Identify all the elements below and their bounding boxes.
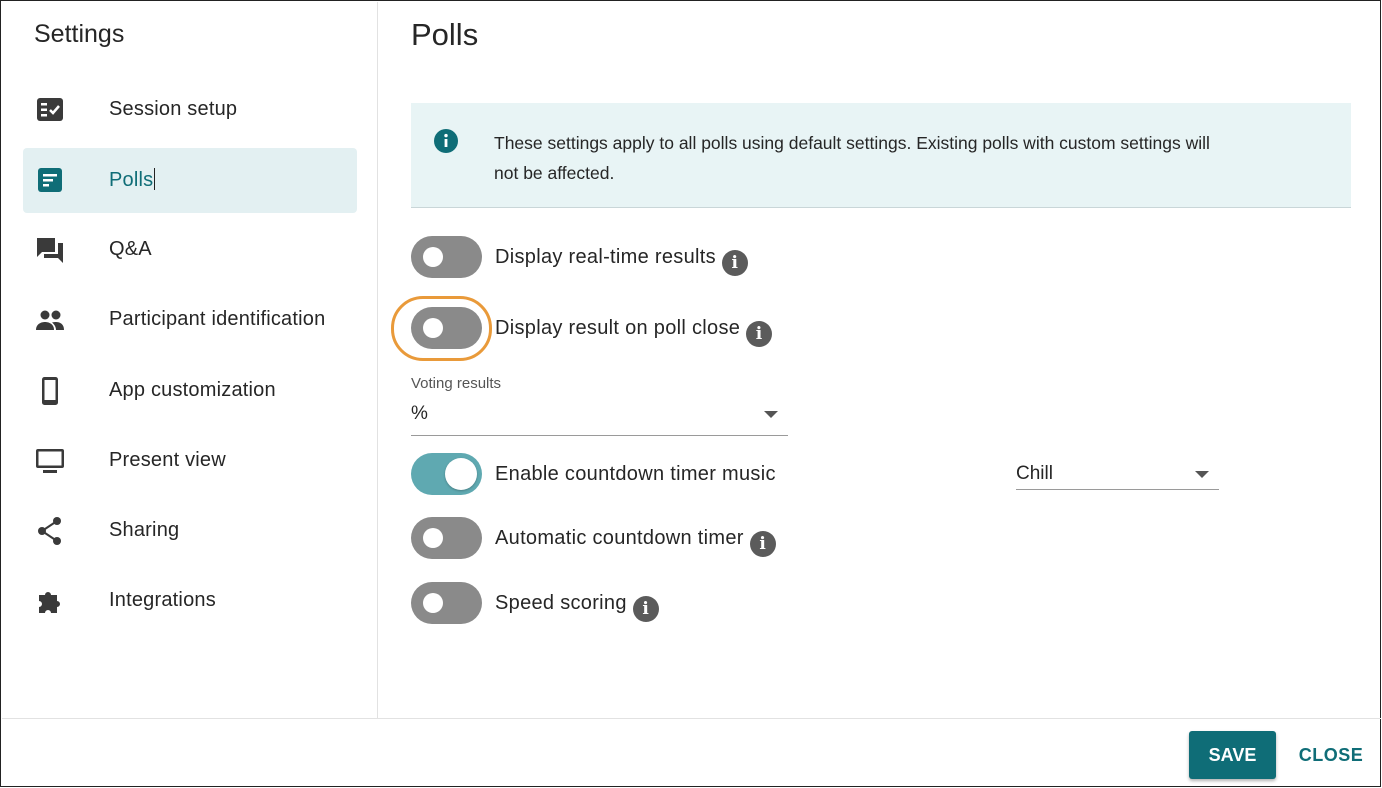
sidebar-item-label: Sharing [109, 519, 180, 541]
chevron-down-icon [1195, 471, 1209, 478]
sidebar-item-label: Q&A [109, 238, 152, 260]
sidebar-item-qa[interactable]: Q&A [23, 218, 357, 283]
select-value: Chill [1016, 463, 1053, 484]
setting-label-text: Display result on poll close [495, 317, 741, 339]
info-help-icon[interactable]: i [721, 250, 748, 276]
setting-label-text: Speed scoring [495, 592, 627, 614]
voting-results-select[interactable]: % [411, 398, 788, 436]
settings-sidebar: Settings Session setup Polls Q&A Partici… [2, 2, 378, 718]
music-select[interactable]: Chill [1016, 459, 1219, 490]
chevron-down-icon [764, 411, 778, 418]
voting-results-label: Voting results [411, 375, 502, 392]
sidebar-item-label: Integrations [109, 589, 216, 611]
info-banner: These settings apply to all polls using … [411, 103, 1351, 208]
setting-label: Speed scoring i [495, 592, 659, 622]
sidebar-item-label: Present view [109, 449, 226, 471]
toggle-knob [445, 458, 477, 490]
sidebar-item-label-text: Polls [109, 169, 154, 191]
setting-label: Display result on poll close i [495, 317, 773, 347]
poll-document-icon [38, 168, 62, 192]
info-icon [434, 129, 458, 153]
setting-label: Display real-time results i [495, 246, 748, 276]
checklist-icon [37, 98, 63, 121]
sidebar-item-label: Participant identification [109, 308, 326, 330]
sidebar-item-polls[interactable]: Polls [23, 148, 357, 213]
info-text: These settings apply to all polls using … [494, 133, 1210, 183]
sidebar-item-label: Polls [109, 168, 156, 192]
save-button[interactable]: SAVE [1189, 731, 1276, 779]
people-icon [36, 310, 64, 330]
info-help-icon[interactable]: i [749, 531, 776, 557]
settings-dialog: Settings Session setup Polls Q&A Partici… [0, 0, 1381, 787]
monitor-icon [36, 449, 64, 473]
sidebar-item-label: Session setup [109, 98, 238, 120]
toggle-knob [423, 528, 443, 548]
page-title: Polls [411, 17, 479, 52]
sidebar-item-participant-identification[interactable]: Participant identification [23, 288, 357, 353]
chat-bubbles-icon [37, 238, 63, 263]
toggle-knob [423, 247, 443, 267]
phone-icon [42, 377, 58, 405]
auto-countdown-toggle[interactable] [411, 517, 482, 559]
toggle-knob [423, 593, 443, 613]
info-help-icon[interactable]: i [632, 596, 659, 622]
puzzle-icon [39, 592, 60, 613]
sidebar-title: Settings [34, 20, 125, 48]
speed-scoring-toggle[interactable] [411, 582, 482, 624]
setting-label: Enable countdown timer music [495, 463, 776, 485]
setting-label: Automatic countdown timer i [495, 527, 776, 557]
setting-label-text: Automatic countdown timer [495, 527, 744, 549]
dialog-footer: SAVE CLOSE [2, 718, 1381, 787]
setting-label-text: Display real-time results [495, 246, 716, 268]
sidebar-item-session-setup[interactable]: Session setup [23, 78, 357, 143]
countdown-music-toggle[interactable] [411, 453, 482, 495]
info-help-icon[interactable]: i [746, 321, 773, 347]
select-value: % [411, 403, 428, 424]
sidebar-item-present-view[interactable]: Present view [23, 429, 357, 494]
sidebar-item-integrations[interactable]: Integrations [23, 569, 357, 634]
sidebar-item-sharing[interactable]: Sharing [23, 499, 357, 564]
share-icon [38, 517, 61, 545]
realtime-results-toggle[interactable] [411, 236, 482, 278]
sidebar-item-label: App customization [109, 379, 276, 401]
text-cursor [154, 168, 156, 190]
highlight-annotation-circle [391, 296, 492, 361]
sidebar-item-app-customization[interactable]: App customization [23, 359, 357, 424]
close-button[interactable]: CLOSE [1292, 731, 1370, 779]
